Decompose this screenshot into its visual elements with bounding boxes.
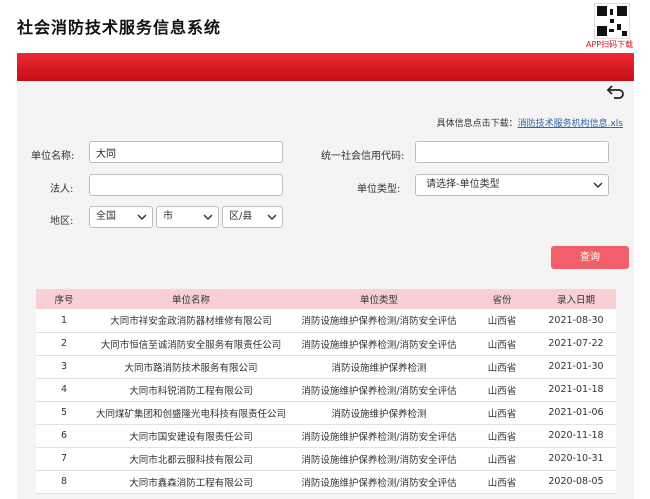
cell-unit-name[interactable]: 大同市北都云服科技有限公司 [92, 447, 290, 471]
cell-index: 6 [36, 424, 92, 448]
table-row[interactable]: 2 大同市恒信至诚消防安全服务有限责任公司 消防设施维护保养检测/消防安全评估 … [36, 332, 616, 356]
cell-entry-date: 2021-08-30 [536, 309, 616, 333]
col-header-unit-type: 单位类型 [290, 289, 468, 309]
header-banner [17, 53, 634, 81]
table-header-row: 序号 单位名称 单位类型 省份 录入日期 [36, 289, 616, 309]
cell-entry-date: 2020-11-18 [536, 424, 616, 448]
download-xls-link[interactable]: 消防技术服务机构信息.xls [518, 119, 623, 129]
table-row[interactable]: 1 大同市祥安金政消防器材维修有限公司 消防设施维护保养检测/消防安全评估 山西… [36, 309, 616, 333]
download-line: 具体信息点击下载：消防技术服务机构信息.xls [437, 116, 623, 129]
cell-unit-name[interactable]: 大同市恒信至诚消防安全服务有限责任公司 [92, 332, 290, 356]
cell-index: 2 [36, 332, 92, 356]
unit-type-value: 请选择-单位类型 [426, 179, 500, 190]
cell-entry-date: 2021-07-22 [536, 332, 616, 356]
cell-province: 山西省 [468, 378, 536, 402]
city-value: 市 [163, 211, 173, 222]
col-header-index: 序号 [36, 289, 92, 309]
cell-unit-name[interactable]: 大同市鑫森消防工程有限公司 [92, 470, 290, 494]
cell-entry-date: 2020-10-31 [536, 447, 616, 471]
district-select[interactable]: 区/县 [222, 206, 283, 228]
cell-province: 山西省 [468, 424, 536, 448]
cell-province: 山西省 [468, 470, 536, 494]
cell-index: 7 [36, 447, 92, 471]
cell-unit-type: 消防设施维护保养检测 [290, 355, 468, 379]
table-row[interactable]: 3 大同市路消防技术服务有限公司 消防设施维护保养检测 山西省 2021-01-… [36, 355, 616, 379]
unit-name-label: 单位名称: [31, 151, 75, 162]
unit-name-input[interactable] [89, 141, 283, 163]
cell-unit-name[interactable]: 大同市科锐消防工程有限公司 [92, 378, 290, 402]
cell-province: 山西省 [468, 332, 536, 356]
district-value: 区/县 [229, 211, 253, 222]
cell-index: 3 [36, 355, 92, 379]
col-header-entry-date: 录入日期 [536, 289, 616, 309]
table-row[interactable]: 5 大同煤矿集团和创盛隆光电科技有限责任公司 消防设施维护保养检测 山西省 20… [36, 401, 616, 425]
cell-province: 山西省 [468, 355, 536, 379]
cell-entry-date: 2020-08-05 [536, 470, 616, 494]
unit-type-label: 单位类型: [357, 184, 401, 195]
cell-index: 5 [36, 401, 92, 425]
back-icon[interactable] [606, 84, 626, 100]
cell-index: 1 [36, 309, 92, 333]
cell-unit-type: 消防设施维护保养检测/消防安全评估 [290, 470, 468, 494]
cell-unit-name[interactable]: 大同市祥安金政消防器材维修有限公司 [92, 309, 290, 333]
cell-index: 8 [36, 470, 92, 494]
chevron-down-icon [137, 214, 147, 221]
cell-unit-type: 消防设施维护保养检测/消防安全评估 [290, 309, 468, 333]
col-header-unit-name: 单位名称 [92, 289, 290, 309]
cell-unit-type: 消防设施维护保养检测/消防安全评估 [290, 424, 468, 448]
cell-province: 山西省 [468, 447, 536, 471]
country-select[interactable]: 全国 [89, 206, 153, 228]
cell-unit-name[interactable]: 大同煤矿集团和创盛隆光电科技有限责任公司 [92, 401, 290, 425]
unit-type-select[interactable]: 请选择-单位类型 [415, 174, 609, 196]
cell-entry-date: 2021-01-06 [536, 401, 616, 425]
query-button[interactable]: 查询 [551, 246, 629, 269]
cell-province: 山西省 [468, 309, 536, 333]
cell-entry-date: 2021-01-30 [536, 355, 616, 379]
country-value: 全国 [96, 211, 116, 222]
cell-entry-date: 2021-01-18 [536, 378, 616, 402]
city-select[interactable]: 市 [156, 206, 219, 228]
results-table: 序号 单位名称 单位类型 省份 录入日期 1 大同市祥安金政消防器材维修有限公司… [36, 289, 616, 494]
cell-unit-name[interactable]: 大同市路消防技术服务有限公司 [92, 355, 290, 379]
app-download-label[interactable]: APP扫码下载 [586, 39, 633, 50]
cell-index: 4 [36, 378, 92, 402]
legal-person-label: 法人: [50, 184, 74, 195]
table-row[interactable]: 4 大同市科锐消防工程有限公司 消防设施维护保养检测/消防安全评估 山西省 20… [36, 378, 616, 402]
cell-unit-type: 消防设施维护保养检测 [290, 401, 468, 425]
credit-code-label: 统一社会信用代码: [321, 151, 405, 162]
cell-unit-type: 消防设施维护保养检测/消防安全评估 [290, 378, 468, 402]
download-prefix: 具体信息点击下载： [436, 119, 518, 129]
cell-unit-type: 消防设施维护保养检测/消防安全评估 [290, 332, 468, 356]
chevron-down-icon [267, 214, 277, 221]
region-label: 地区: [50, 216, 74, 227]
site-title: 社会消防技术服务信息系统 [17, 18, 222, 37]
cell-unit-type: 消防设施维护保养检测/消防安全评估 [290, 447, 468, 471]
site-header: 社会消防技术服务信息系统 APP扫码下载 [0, 0, 650, 53]
table-row[interactable]: 6 大同市国安建设有限责任公司 消防设施维护保养检测/消防安全评估 山西省 20… [36, 424, 616, 448]
cell-unit-name[interactable]: 大同市国安建设有限责任公司 [92, 424, 290, 448]
table-row[interactable]: 8 大同市鑫森消防工程有限公司 消防设施维护保养检测/消防安全评估 山西省 20… [36, 470, 616, 494]
col-header-province: 省份 [468, 289, 536, 309]
qr-code-icon[interactable] [594, 3, 630, 39]
cell-province: 山西省 [468, 401, 536, 425]
table-row[interactable]: 7 大同市北都云服科技有限公司 消防设施维护保养检测/消防安全评估 山西省 20… [36, 447, 616, 471]
legal-person-input[interactable] [89, 174, 283, 196]
chevron-down-icon [203, 214, 213, 221]
credit-code-input[interactable] [415, 141, 609, 163]
chevron-down-icon [593, 182, 603, 189]
